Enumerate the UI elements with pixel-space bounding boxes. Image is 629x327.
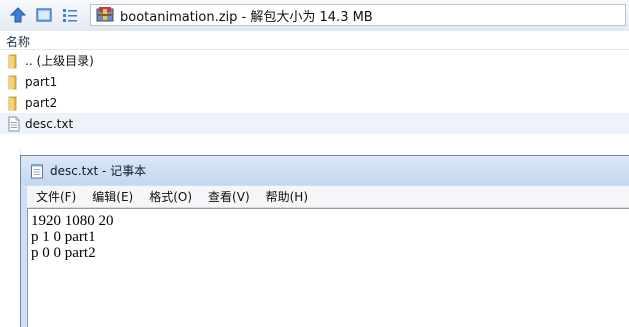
- file-list: .. (上级目录) part1 part2 desc.txt: [0, 50, 629, 134]
- view-icon[interactable]: [34, 5, 54, 25]
- menu-view[interactable]: 查看(V): [208, 188, 250, 205]
- text-line: 1920 1080 20: [31, 213, 114, 229]
- up-arrow-icon[interactable]: [8, 5, 28, 25]
- menu-help[interactable]: 帮助(H): [266, 188, 308, 205]
- list-view-icon[interactable]: [60, 5, 80, 25]
- column-header[interactable]: 名称: [0, 31, 629, 50]
- list-item-parent-folder[interactable]: .. (上级目录): [0, 50, 629, 71]
- folder-icon: [6, 95, 22, 111]
- name-column-header[interactable]: 名称: [6, 33, 30, 50]
- list-item-part1[interactable]: part1: [0, 71, 629, 92]
- explorer-toolbar: bootanimation.zip - 解包大小为 14.3 MB: [0, 0, 629, 32]
- text-line: p 1 0 part1: [31, 229, 96, 245]
- list-item-desc-txt[interactable]: desc.txt: [0, 113, 629, 134]
- address-text: bootanimation.zip - 解包大小为 14.3 MB: [120, 9, 373, 25]
- file-name: desc.txt: [25, 116, 74, 131]
- menu-file[interactable]: 文件(F): [36, 188, 76, 205]
- address-bar[interactable]: bootanimation.zip - 解包大小为 14.3 MB: [90, 4, 626, 26]
- file-name: .. (上级目录): [25, 54, 94, 68]
- text-file-icon: [6, 116, 22, 132]
- notepad-menubar: 文件(F) 编辑(E) 格式(O) 查看(V) 帮助(H): [27, 186, 629, 208]
- notepad-text-area[interactable]: 1920 1080 20 p 1 0 part1 p 0 0 part2: [27, 208, 629, 327]
- folder-icon: [6, 74, 22, 90]
- explorer-left-edge: [0, 150, 21, 327]
- notepad-icon: [30, 163, 44, 179]
- text-line: p 0 0 part2: [31, 245, 96, 261]
- list-item-part2[interactable]: part2: [0, 92, 629, 113]
- file-name: part1: [25, 74, 58, 89]
- notepad-window[interactable]: desc.txt - 记事本 文件(F) 编辑(E) 格式(O) 查看(V) 帮…: [20, 155, 629, 327]
- parent-folder-icon: [6, 53, 22, 69]
- menu-format[interactable]: 格式(O): [149, 188, 192, 205]
- notepad-title: desc.txt - 记事本: [50, 164, 147, 178]
- notepad-title-bar[interactable]: desc.txt - 记事本: [21, 156, 629, 185]
- zip-archive-icon: [96, 6, 114, 25]
- menu-edit[interactable]: 编辑(E): [92, 188, 133, 205]
- file-name: part2: [25, 95, 58, 110]
